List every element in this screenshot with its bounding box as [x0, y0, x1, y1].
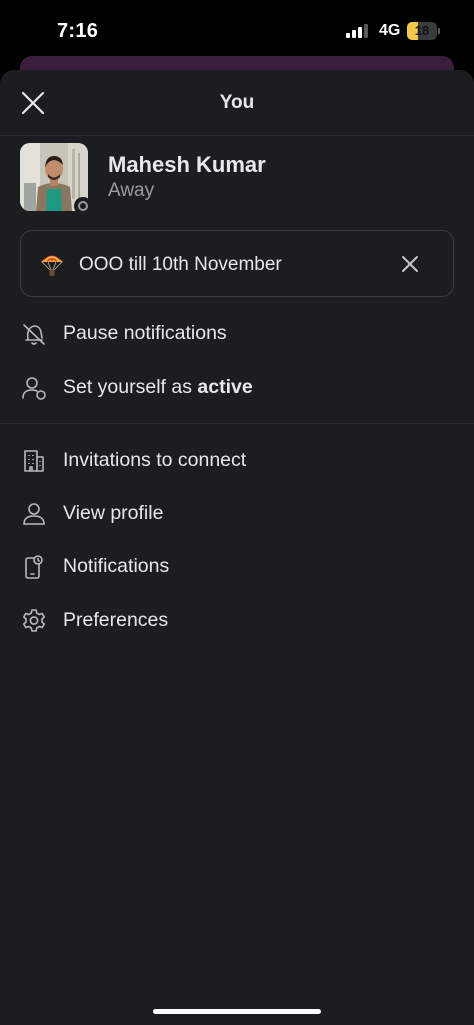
you-sheet: You Mahesh Kumar Away OOO till 10th Nove… — [0, 70, 474, 1025]
presence-status: Away — [108, 180, 155, 201]
menu-item-label: View profile — [63, 502, 164, 524]
building-icon — [20, 447, 48, 475]
home-indicator[interactable] — [153, 1009, 321, 1014]
screen: 7:16 4G 18 You Mahesh Kumar Away OOO til… — [0, 0, 474, 1025]
menu-item-preferences[interactable]: Preferences — [20, 597, 454, 643]
mobile-notification-icon — [20, 553, 48, 581]
profile-header[interactable]: Mahesh Kumar Away — [20, 143, 454, 215]
signal-strength-icon — [346, 24, 372, 38]
battery-icon: 18 — [407, 22, 441, 40]
sheet-title: You — [219, 92, 255, 113]
section-divider — [0, 423, 474, 424]
network-type: 4G — [379, 22, 401, 39]
active-emphasis: active — [197, 376, 253, 398]
close-icon — [402, 256, 418, 272]
menu-item-invitations[interactable]: Invitations to connect — [20, 437, 454, 483]
menu-item-label: Pause notifications — [63, 322, 227, 344]
menu-item-set-active[interactable]: Set yourself as active — [20, 364, 454, 410]
parachute-emoji — [41, 255, 63, 276]
bell-off-icon — [20, 320, 48, 348]
sheet-header: You — [0, 70, 474, 136]
menu-item-view-profile[interactable]: View profile — [20, 490, 454, 536]
clear-status-button[interactable] — [397, 251, 423, 277]
menu-item-label: Set yourself as active — [63, 376, 253, 398]
profile-name: Mahesh Kumar — [108, 152, 266, 177]
presence-away-indicator — [74, 197, 92, 215]
menu-item-label: Preferences — [63, 609, 169, 631]
person-status-icon — [20, 374, 48, 402]
custom-status-text: OOO till 10th November — [79, 254, 282, 275]
menu-item-notifications[interactable]: Notifications — [20, 543, 454, 589]
gear-icon — [20, 607, 48, 635]
battery-level: 18 — [414, 23, 430, 38]
status-bar: 7:16 4G 18 — [0, 0, 474, 60]
custom-status-field[interactable]: OOO till 10th November — [20, 230, 454, 297]
menu-item-label: Invitations to connect — [63, 449, 247, 471]
menu-item-pause-notifications[interactable]: Pause notifications — [20, 310, 454, 356]
status-time: 7:16 — [57, 20, 99, 42]
menu-item-label: Notifications — [63, 555, 170, 577]
person-icon — [20, 500, 48, 528]
